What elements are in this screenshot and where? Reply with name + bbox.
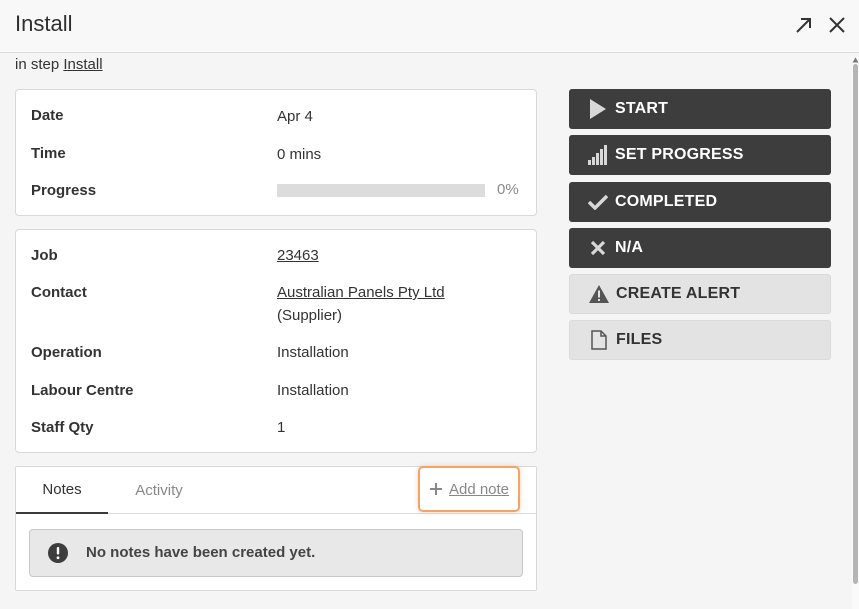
contact-link[interactable]: Australian Panels Pty Ltd xyxy=(277,284,445,301)
warning-triangle-icon xyxy=(589,285,609,303)
create-alert-label: CREATE ALERT xyxy=(616,285,741,302)
time-value: 0 mins xyxy=(277,146,322,163)
tab-activity[interactable]: Activity xyxy=(124,467,194,513)
step-link[interactable]: Install xyxy=(63,56,102,73)
contact-role: (Supplier) xyxy=(277,307,343,324)
add-note-button[interactable]: Add note xyxy=(418,466,520,512)
completed-button[interactable]: COMPLETED xyxy=(569,182,831,222)
date-value: Apr 4 xyxy=(277,108,313,125)
details-card: Job 23463 Contact Australian Panels Pty … xyxy=(15,229,537,453)
progress-label: Progress xyxy=(31,182,97,199)
na-label: N/A xyxy=(615,239,644,256)
na-button[interactable]: N/A xyxy=(569,228,831,268)
empty-notes-alert: No notes have been created yet. xyxy=(29,529,523,577)
contact-label: Contact xyxy=(31,284,87,301)
labour-centre-value: Installation xyxy=(277,382,349,399)
set-progress-label: SET PROGRESS xyxy=(615,146,744,163)
arrow-up-right-icon[interactable] xyxy=(793,14,815,36)
step-breadcrumb: in step Install xyxy=(15,56,103,73)
dialog-title: Install xyxy=(15,11,73,36)
checkmark-icon xyxy=(588,194,608,210)
empty-notes-message: No notes have been created yet. xyxy=(86,544,316,561)
job-link[interactable]: 23463 xyxy=(277,247,319,264)
start-label: START xyxy=(615,100,669,117)
tab-notes[interactable]: Notes xyxy=(16,467,108,514)
operation-label: Operation xyxy=(31,344,102,361)
x-mark-icon xyxy=(590,240,606,256)
files-label: FILES xyxy=(616,331,663,348)
notes-panel: Notes Activity Add note No notes have be… xyxy=(15,466,537,591)
labour-centre-label: Labour Centre xyxy=(31,382,134,399)
info-alert-icon xyxy=(48,543,68,563)
progress-bar xyxy=(277,184,485,197)
completed-label: COMPLETED xyxy=(615,193,718,210)
set-progress-button[interactable]: SET PROGRESS xyxy=(569,135,831,175)
file-icon xyxy=(591,330,607,350)
create-alert-button[interactable]: CREATE ALERT xyxy=(569,274,831,314)
signal-bars-icon xyxy=(588,145,607,165)
job-label: Job xyxy=(31,247,58,264)
date-label: Date xyxy=(31,107,64,124)
scrollbar-thumb[interactable] xyxy=(853,64,858,584)
step-prefix: in step xyxy=(15,56,60,73)
add-note-label: Add note xyxy=(448,480,510,498)
close-icon[interactable] xyxy=(826,14,848,36)
staff-qty-label: Staff Qty xyxy=(31,419,94,436)
plus-icon xyxy=(429,483,442,495)
staff-qty-value: 1 xyxy=(277,419,286,436)
files-button[interactable]: FILES xyxy=(569,320,831,360)
dialog-header: Install xyxy=(0,0,859,53)
play-icon xyxy=(590,99,606,119)
schedule-card: Date Apr 4 Time 0 mins Progress 0% xyxy=(15,89,537,216)
operation-value: Installation xyxy=(277,344,349,361)
progress-percent: 0% xyxy=(497,181,519,198)
scroll-up-arrow-icon[interactable] xyxy=(852,57,859,63)
time-label: Time xyxy=(31,145,66,162)
start-button[interactable]: START xyxy=(569,89,831,129)
